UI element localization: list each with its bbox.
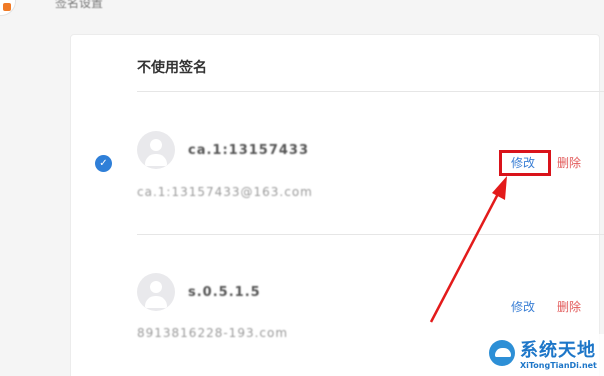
delete-button[interactable]: 删除 — [557, 298, 581, 315]
watermark-url: XiTongTianDi.net — [520, 361, 597, 370]
signature-name: ca.1:13157433 — [188, 143, 310, 158]
signature-detail: 8913816228-193.com — [137, 326, 289, 340]
signature-card: 不使用签名 ✓ ca.1:13157433 ca.1:13157433@163.… — [70, 34, 604, 376]
no-signature-option[interactable]: 不使用签名 — [137, 57, 207, 77]
watermark-title: 系统天地 — [520, 340, 596, 361]
app-logo-icon — [0, 0, 16, 16]
user-avatar-icon — [137, 273, 175, 311]
divider — [137, 234, 604, 235]
delete-button[interactable]: 删除 — [557, 154, 581, 171]
check-circle-icon[interactable]: ✓ — [95, 155, 112, 172]
signature-detail: ca.1:13157433@163.com — [137, 185, 313, 199]
signature-settings-page: 签名设置 不使用签名 ✓ ca.1:13157433 ca.1:13157433… — [0, 0, 604, 376]
section-title: 签名设置 — [55, 0, 104, 10]
user-avatar-icon — [137, 131, 175, 169]
site-watermark: 系统天地 XiTongTianDi.net — [483, 334, 604, 376]
divider — [137, 91, 604, 92]
edit-button[interactable]: 修改 — [511, 298, 535, 315]
signature-name: s.0.5.1.5 — [188, 285, 261, 300]
watermark-logo-icon — [489, 340, 515, 366]
edit-highlight-box — [499, 150, 551, 176]
